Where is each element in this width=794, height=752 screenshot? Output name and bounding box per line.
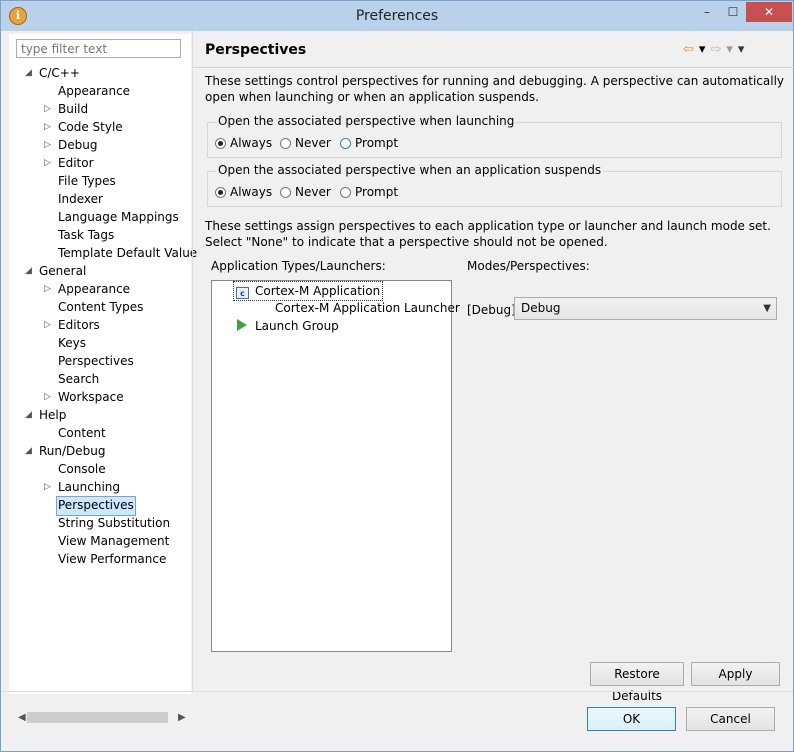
minimize-button[interactable]: – xyxy=(694,2,720,22)
mode-label: [Debug]: xyxy=(467,303,520,317)
footer-divider xyxy=(1,691,793,692)
list-item-launch-group[interactable]: Launch Group xyxy=(237,317,339,335)
window-title: Preferences xyxy=(355,8,439,24)
radio-selected-icon xyxy=(215,187,226,198)
tree-item[interactable]: Editors xyxy=(58,316,100,334)
launch-perspective-group: Open the associated perspective when lau… xyxy=(207,114,782,158)
tree-item[interactable]: Search xyxy=(58,370,99,388)
tree-item[interactable]: Appearance xyxy=(58,280,130,298)
back-arrow-icon[interactable]: ⇦ xyxy=(683,42,694,57)
tree-item[interactable]: Help xyxy=(39,406,66,424)
tree-item[interactable]: String Substitution xyxy=(58,514,170,532)
tree-collapsed-icon[interactable]: ▷ xyxy=(44,100,51,118)
types-label: Application Types/Launchers: xyxy=(211,259,386,273)
tree-item[interactable]: Workspace xyxy=(58,388,124,406)
suspend-prompt-radio[interactable]: Prompt xyxy=(340,184,398,200)
perspectives-page: Perspectives ⇦ ▾ ⇨ ▾ ▾ These settings contro… xyxy=(193,31,794,703)
ok-button[interactable]: OK xyxy=(587,707,676,731)
tree-expanded-icon[interactable]: ◢ xyxy=(25,442,32,460)
cancel-button[interactable]: Cancel xyxy=(686,707,775,731)
tree-item[interactable]: Launching xyxy=(58,478,120,496)
tree-item[interactable]: Language Mappings xyxy=(58,208,179,226)
filter-input[interactable] xyxy=(16,39,181,58)
radio-icon xyxy=(340,187,351,198)
tree-collapsed-icon[interactable]: ▷ xyxy=(44,280,51,298)
page-nav-toolbar: ⇦ ▾ ⇨ ▾ ▾ xyxy=(683,42,749,58)
radio-icon xyxy=(280,138,291,149)
restore-defaults-button[interactable]: Restore Defaults xyxy=(590,662,684,703)
preferences-window: i Preferences – ☐ ✕ ◢C/C++Appearance▷Bui… xyxy=(0,0,794,752)
tree-expanded-icon[interactable]: ◢ xyxy=(25,406,32,424)
forward-arrow-icon[interactable]: ⇨ xyxy=(710,42,721,57)
tree-item[interactable]: Appearance xyxy=(58,82,130,100)
assign-text: These settings assign perspectives to ea… xyxy=(205,219,771,249)
scroll-left-icon[interactable]: ◀ xyxy=(18,709,26,726)
tree-item[interactable]: C/C++ xyxy=(39,64,80,82)
tree-item[interactable]: Keys xyxy=(58,334,86,352)
perspective-select[interactable]: Debug ▼ xyxy=(514,297,777,320)
tree-collapsed-icon[interactable]: ▷ xyxy=(44,118,51,136)
tree-item[interactable]: Perspectives xyxy=(58,352,134,370)
tree-item[interactable]: Template Default Value xyxy=(58,244,197,262)
tree-expanded-icon[interactable]: ◢ xyxy=(25,262,32,280)
tree-item[interactable]: View Management xyxy=(58,532,169,550)
tree-item[interactable]: Debug xyxy=(58,136,97,154)
tree-item[interactable]: Content Types xyxy=(58,298,143,316)
scroll-right-icon[interactable]: ▶ xyxy=(178,709,186,726)
launch-always-radio[interactable]: Always xyxy=(215,135,272,151)
scrollbar-thumb[interactable] xyxy=(27,712,168,723)
radio-icon xyxy=(280,187,291,198)
application-types-list[interactable]: c Cortex-M Application Cortex-M Applicati… xyxy=(211,280,460,652)
tree-item[interactable]: Run/Debug xyxy=(39,442,106,460)
suspend-always-radio[interactable]: Always xyxy=(215,184,272,200)
c-app-icon: c xyxy=(236,287,249,299)
tree-item[interactable]: View Performance xyxy=(58,550,166,568)
perspective-select-value: Debug xyxy=(521,301,561,315)
view-menu-icon[interactable]: ▾ xyxy=(738,42,745,57)
tree-item[interactable]: Editor xyxy=(58,154,94,172)
maximize-button[interactable]: ☐ xyxy=(720,2,746,22)
tree-item[interactable]: Task Tags xyxy=(58,226,114,244)
tree-collapsed-icon[interactable]: ▷ xyxy=(44,388,51,406)
preferences-tree-panel: ◢C/C++Appearance▷Build▷Code Style▷Debug▷… xyxy=(9,34,197,726)
radio-selected-icon xyxy=(215,138,226,149)
tree-item[interactable]: Perspectives xyxy=(56,496,136,516)
back-menu-icon[interactable]: ▾ xyxy=(699,42,706,57)
suspend-perspective-group: Open the associated perspective when an … xyxy=(207,163,782,207)
tree-collapsed-icon[interactable]: ▷ xyxy=(44,154,51,172)
launch-prompt-radio[interactable]: Prompt xyxy=(340,135,398,151)
suspend-group-label: Open the associated perspective when an … xyxy=(216,163,604,177)
tree-collapsed-icon[interactable]: ▷ xyxy=(44,316,51,334)
apply-button[interactable]: Apply xyxy=(691,662,780,686)
chevron-down-icon: ▼ xyxy=(763,303,771,314)
launch-never-radio[interactable]: Never xyxy=(280,135,331,151)
intro-text: These settings control perspectives for … xyxy=(205,74,785,104)
suspend-never-radio[interactable]: Never xyxy=(280,184,331,200)
list-item-cortex-m-application[interactable]: c Cortex-M Application xyxy=(233,281,384,301)
launch-group-label: Open the associated perspective when lau… xyxy=(216,114,517,128)
title-divider xyxy=(193,67,794,68)
tree-item[interactable]: Build xyxy=(58,100,88,118)
tree-item[interactable]: Content xyxy=(58,424,106,442)
tree-item[interactable]: Code Style xyxy=(58,118,123,136)
tree-collapsed-icon[interactable]: ▷ xyxy=(44,478,51,496)
list-item-cortex-m-launcher[interactable]: Cortex-M Application Launcher xyxy=(275,299,460,317)
page-title: Perspectives xyxy=(205,42,307,58)
tree-horizontal-scrollbar[interactable]: ◀ ▶ xyxy=(17,709,191,726)
title-bar[interactable]: i Preferences – ☐ ✕ xyxy=(1,1,793,31)
launch-group-icon xyxy=(237,319,247,331)
tree-item[interactable]: Indexer xyxy=(58,190,103,208)
tree-item[interactable]: Console xyxy=(58,460,106,478)
radio-icon xyxy=(340,138,351,149)
tree-item[interactable]: General xyxy=(39,262,86,280)
tree-item[interactable]: File Types xyxy=(58,172,116,190)
close-button[interactable]: ✕ xyxy=(746,2,792,22)
tree-expanded-icon[interactable]: ◢ xyxy=(25,64,32,82)
forward-menu-icon[interactable]: ▾ xyxy=(726,42,733,57)
modes-label: Modes/Perspectives: xyxy=(467,259,590,273)
tree-collapsed-icon[interactable]: ▷ xyxy=(44,136,51,154)
